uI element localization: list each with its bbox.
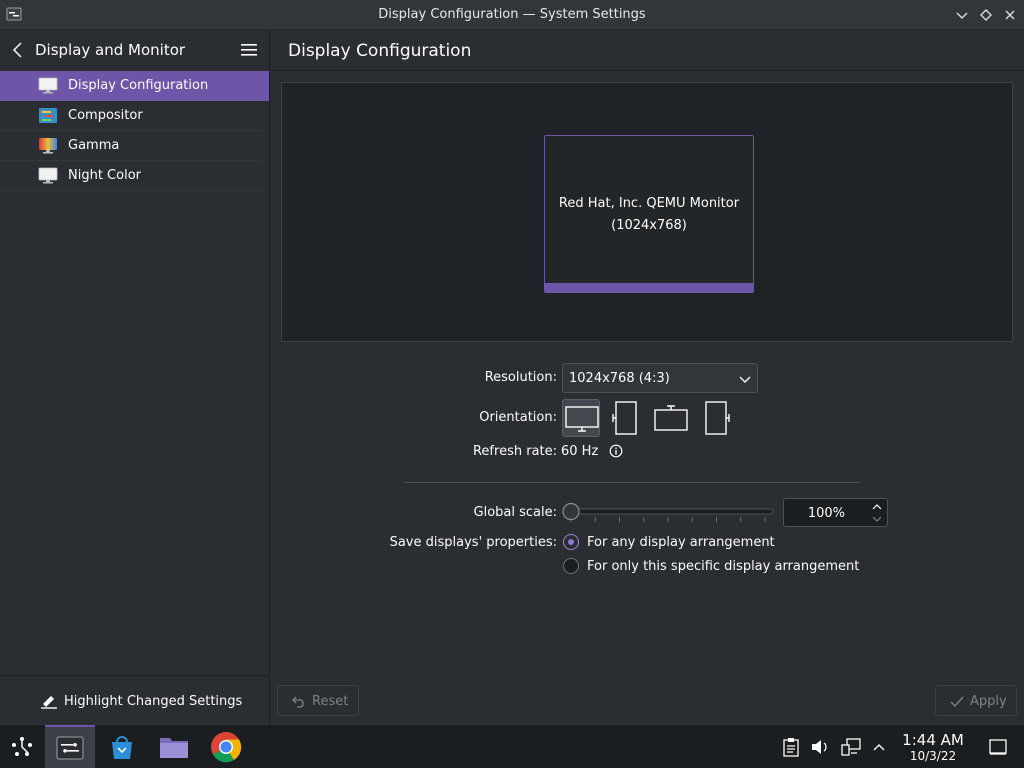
show-desktop-icon[interactable] [988, 737, 1008, 757]
file-manager-icon[interactable] [158, 733, 190, 761]
monitor-icon [38, 77, 58, 94]
system-settings-icon [56, 736, 84, 760]
window-titlebar: Display Configuration — System Settings [0, 0, 1024, 30]
network-wired-icon[interactable] [841, 737, 861, 757]
refresh-rate-value: 60 Hz [561, 444, 599, 459]
monitor-label: Red Hat, Inc. QEMU Monitor (1024x768) [545, 193, 753, 237]
gamma-icon [39, 138, 57, 154]
sidebar-item-display-configuration[interactable]: Display Configuration [0, 71, 269, 101]
main-panel: Display Configuration Red Hat, Inc. QEMU… [271, 30, 1024, 724]
landscape-monitor-icon [565, 406, 599, 432]
monitor-tile[interactable]: Red Hat, Inc. QEMU Monitor (1024x768) [544, 135, 754, 293]
night-color-icon [38, 167, 58, 184]
orientation-portrait-right-button[interactable] [697, 399, 735, 437]
window-title: Display Configuration — System Settings [378, 7, 646, 22]
sidebar-item-night-color[interactable]: Night Color [0, 161, 262, 191]
volume-icon[interactable] [810, 737, 830, 757]
monitor-name: Red Hat, Inc. QEMU Monitor [558, 196, 740, 211]
application-launcher-icon[interactable] [8, 733, 36, 761]
radio-specific-arrangement-label: For only this specific display arrangeme… [587, 559, 860, 574]
landscape-flipped-monitor-icon [654, 405, 688, 431]
portrait-left-monitor-icon [612, 401, 637, 435]
sidebar-title: Display and Monitor [35, 41, 186, 59]
hamburger-menu-icon[interactable] [240, 42, 258, 58]
slider-handle[interactable] [562, 502, 580, 521]
sidebar-item-label: Display Configuration [68, 78, 209, 93]
sidebar-item-label: Compositor [68, 108, 143, 123]
resolution-value: 1024x768 (4:3) [569, 371, 670, 386]
discover-store-icon[interactable] [108, 733, 136, 761]
page-title: Display Configuration [288, 41, 472, 61]
highlight-changed-settings-label: Highlight Changed Settings [64, 694, 243, 709]
spinbox-arrows-icon[interactable] [871, 501, 883, 525]
sidebar-item-label: Night Color [68, 168, 141, 183]
orientation-landscape-button[interactable] [562, 399, 600, 437]
clock-time[interactable]: 1:44 AM [896, 731, 970, 749]
close-button[interactable] [1001, 6, 1019, 24]
orientation-portrait-left-button[interactable] [607, 399, 645, 437]
section-divider [404, 482, 860, 483]
global-scale-slider[interactable] [561, 500, 775, 528]
refresh-rate-label: Refresh rate: [472, 444, 557, 459]
monitor-accent-bar [545, 283, 753, 292]
radio-specific-arrangement[interactable] [563, 558, 579, 574]
apply-button[interactable]: Apply [935, 685, 1017, 716]
apply-label: Apply [970, 694, 1007, 709]
clipboard-icon[interactable] [782, 737, 800, 757]
reset-label: Reset [312, 694, 349, 709]
global-scale-label: Global scale: [473, 505, 557, 520]
global-scale-spinbox[interactable]: 100% [783, 498, 888, 527]
sidebar-item-gamma[interactable]: Gamma [0, 131, 262, 161]
sidebar-nav-list: Display Configuration Compositor Gamma N… [0, 71, 270, 191]
resolution-dropdown[interactable]: 1024x768 (4:3) [562, 363, 758, 393]
info-icon[interactable] [609, 444, 623, 458]
orientation-landscape-flipped-button[interactable] [652, 399, 690, 437]
display-arrangement-canvas: Red Hat, Inc. QEMU Monitor (1024x768) [281, 82, 1013, 342]
monitor-resolution: (1024x768) [611, 218, 687, 233]
sidebar-header: Display and Monitor [0, 30, 270, 71]
sidebar: Display and Monitor Display Configuratio… [0, 30, 270, 724]
back-arrow-icon[interactable] [10, 41, 26, 59]
taskbar: 1:44 AM 10/3/22 [0, 724, 1024, 768]
resolution-label: Resolution: [484, 370, 557, 385]
compositor-icon [39, 108, 57, 123]
global-scale-value: 100% [807, 506, 845, 521]
taskbar-task-system-settings[interactable] [45, 725, 95, 768]
radio-any-arrangement-label: For any display arrangement [587, 535, 775, 550]
sidebar-item-compositor[interactable]: Compositor [0, 101, 262, 131]
highlighter-icon [41, 696, 57, 709]
chrome-browser-icon[interactable] [210, 731, 242, 763]
undo-icon [292, 696, 304, 708]
header-divider [271, 70, 1024, 71]
reset-button[interactable]: Reset [277, 685, 359, 716]
chevron-up-icon[interactable] [871, 739, 887, 755]
radio-any-arrangement[interactable] [563, 534, 579, 550]
maximize-button[interactable] [977, 6, 995, 24]
portrait-right-monitor-icon [705, 401, 730, 435]
chevron-down-icon [739, 376, 751, 383]
clock-date[interactable]: 10/3/22 [896, 749, 970, 763]
highlight-changed-settings-button[interactable]: Highlight Changed Settings [0, 675, 270, 724]
orientation-label: Orientation: [479, 410, 557, 425]
minimize-button[interactable] [953, 6, 971, 24]
save-properties-label: Save displays' properties: [389, 535, 557, 550]
slider-ticks [570, 517, 766, 522]
sidebar-item-label: Gamma [68, 138, 120, 153]
checkmark-icon [950, 696, 964, 708]
